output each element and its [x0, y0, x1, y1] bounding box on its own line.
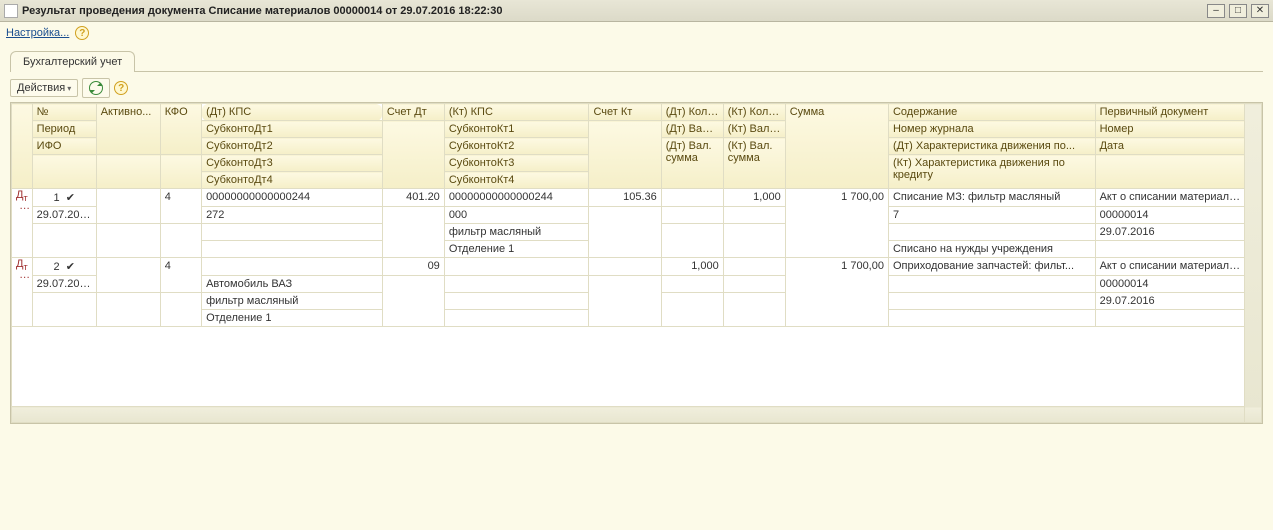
- col-dt-val-summa[interactable]: (Дт) Вал. сумма: [661, 138, 723, 189]
- window-title: Результат проведения документа Списание …: [22, 5, 1207, 17]
- refresh-button[interactable]: [82, 78, 110, 98]
- horizontal-scrollbar[interactable]: [12, 407, 1262, 423]
- col-active[interactable]: Активно...: [96, 104, 160, 155]
- help-icon[interactable]: ?: [75, 26, 89, 40]
- cell-summa: 1 700,00: [785, 258, 888, 327]
- col-schet-dt[interactable]: Счет Дт: [382, 104, 444, 121]
- data-grid[interactable]: № Активно... КФО (Дт) КПС Счет Дт (Кт) К…: [11, 103, 1262, 423]
- cell-sub-dt1: Автомобиль ВАЗ: [202, 276, 383, 293]
- cell-data: 29.07.2016: [1095, 293, 1245, 310]
- col-subkonto-dt4[interactable]: СубконтоДт4: [202, 172, 383, 189]
- col-nomer-zhurnala[interactable]: Номер журнала: [888, 121, 1095, 138]
- col-subkonto-kt4[interactable]: СубконтоКт4: [444, 172, 589, 189]
- col-dt-koli[interactable]: (Дт) Коли...: [661, 104, 723, 121]
- col-period[interactable]: Период: [32, 121, 96, 138]
- col-subkonto-dt1[interactable]: СубконтоДт1: [202, 121, 383, 138]
- cell-kt-koli: 1,000: [723, 189, 785, 207]
- col-kt-kps[interactable]: (Кт) КПС: [444, 104, 589, 121]
- cell-kfo: 4: [160, 189, 201, 224]
- actions-dropdown[interactable]: Действия ▾: [10, 79, 78, 97]
- col-subkonto-kt3[interactable]: СубконтоКт3: [444, 155, 589, 172]
- minimize-button[interactable]: –: [1207, 4, 1225, 18]
- toolbar: Действия ▾ ?: [10, 72, 1263, 102]
- col-kt-koli[interactable]: (Кт) Коли...: [723, 104, 785, 121]
- cell-nomer-zhurnala: 7: [888, 207, 1095, 224]
- col-kfo[interactable]: КФО: [160, 104, 201, 155]
- grid-container: № Активно... КФО (Дт) КПС Счет Дт (Кт) К…: [10, 102, 1263, 424]
- col-dtkt: [12, 104, 33, 189]
- cell-sub-dt1: 272: [202, 207, 383, 224]
- cell-dt-koli: 1,000: [661, 258, 723, 276]
- dtkt-icon: Дт Кт: [12, 189, 33, 258]
- col-prim-doc[interactable]: Первичный документ: [1095, 104, 1245, 121]
- col-num[interactable]: №: [32, 104, 96, 121]
- cell-period: 29.07.2016 18:22:30: [32, 276, 96, 293]
- cell-soderzhanie: Списание МЗ: фильтр масляный: [888, 189, 1095, 207]
- cell-summa: 1 700,00: [785, 189, 888, 258]
- col-subkonto-dt3[interactable]: СубконтоДт3: [202, 155, 383, 172]
- cell-prim-doc: Акт о списании материало...: [1095, 258, 1245, 276]
- cell-soderzhanie: Оприходование запчастей: фильт...: [888, 258, 1095, 276]
- col-kt-harakt[interactable]: (Кт) Характеристика движения по кредиту: [888, 155, 1095, 189]
- col-kt-valyu[interactable]: (Кт) Валю...: [723, 121, 785, 138]
- maximize-button[interactable]: □: [1229, 4, 1247, 18]
- refresh-icon: [89, 81, 103, 95]
- col-dt-harakt[interactable]: (Дт) Характеристика движения по...: [888, 138, 1095, 155]
- col-subkonto-kt2[interactable]: СубконтоКт2: [444, 138, 589, 155]
- table-row[interactable]: Дт Кт 1 ✔ 4 00000000000000244 401.20 000…: [12, 189, 1262, 207]
- col-nomer[interactable]: Номер: [1095, 121, 1245, 138]
- col-dt-valyu[interactable]: (Дт) Валю...: [661, 121, 723, 138]
- dtkt-icon: Дт Кт: [12, 258, 33, 327]
- actions-label: Действия: [17, 82, 65, 94]
- cell-period: 29.07.2016 18:22:30: [32, 207, 96, 224]
- col-data[interactable]: Дата: [1095, 138, 1245, 155]
- window-controls: – □ ✕: [1207, 4, 1269, 18]
- app-icon: [4, 4, 18, 18]
- cell-sub-dt2: фильтр масляный: [202, 293, 383, 310]
- cell-schet-kt: 105.36: [589, 189, 661, 207]
- col-subkonto-dt2[interactable]: СубконтоДт2: [202, 138, 383, 155]
- vertical-scrollbar[interactable]: [1245, 104, 1262, 423]
- cell-num: 1 ✔: [32, 189, 96, 207]
- window-titlebar: Результат проведения документа Списание …: [0, 0, 1273, 22]
- cell-kfo: 4: [160, 258, 201, 293]
- cell-kt-kps: 00000000000000244: [444, 189, 589, 207]
- cell-nomer: 00000014: [1095, 207, 1245, 224]
- help-button[interactable]: ?: [114, 81, 128, 95]
- cell-dt-kps: 00000000000000244: [202, 189, 383, 207]
- col-soderzhanie[interactable]: Содержание: [888, 104, 1095, 121]
- cell-data: 29.07.2016: [1095, 224, 1245, 241]
- settings-link[interactable]: Настройка...: [6, 27, 69, 39]
- col-kt-val-summa[interactable]: (Кт) Вал. сумма: [723, 138, 785, 189]
- tab-accounting[interactable]: Бухгалтерский учет: [10, 51, 135, 72]
- col-summa[interactable]: Сумма: [785, 104, 888, 189]
- cell-kt-harakt: Списано на нужды учреждения: [888, 241, 1095, 258]
- chevron-down-icon: ▾: [67, 84, 71, 93]
- cell-sub-kt3: Отделение 1: [444, 241, 589, 258]
- close-button[interactable]: ✕: [1251, 4, 1269, 18]
- tab-label: Бухгалтерский учет: [23, 56, 122, 68]
- cell-schet-dt: 401.20: [382, 189, 444, 207]
- cell-num: 2 ✔: [32, 258, 96, 276]
- table-row[interactable]: Дт Кт 2 ✔ 4 09 1,000 1 700,00 Оприходова…: [12, 258, 1262, 276]
- menu-bar: Настройка... ?: [0, 22, 1273, 44]
- tab-bar: Бухгалтерский учет: [10, 50, 1263, 72]
- col-subkonto-kt1[interactable]: СубконтоКт1: [444, 121, 589, 138]
- cell-prim-doc: Акт о списании материало...: [1095, 189, 1245, 207]
- col-dt-kps[interactable]: (Дт) КПС: [202, 104, 383, 121]
- cell-sub-dt3: Отделение 1: [202, 310, 383, 327]
- cell-sub-kt2: фильтр масляный: [444, 224, 589, 241]
- cell-nomer: 00000014: [1095, 276, 1245, 293]
- col-schet-kt[interactable]: Счет Кт: [589, 104, 661, 121]
- col-ifo[interactable]: ИФО: [32, 138, 96, 155]
- cell-schet-dt: 09: [382, 258, 444, 276]
- cell-sub-kt1: 000: [444, 207, 589, 224]
